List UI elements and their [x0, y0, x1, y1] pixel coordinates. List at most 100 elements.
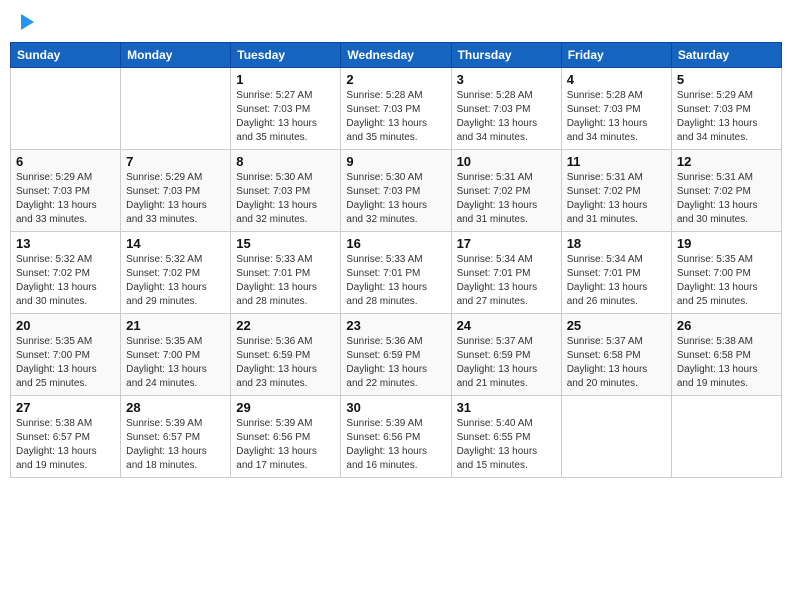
- day-number: 17: [457, 236, 556, 251]
- calendar-cell: 6 Sunrise: 5:29 AM Sunset: 7:03 PM Daylig…: [11, 150, 121, 232]
- day-info: Sunrise: 5:29 AM Sunset: 7:03 PM Dayligh…: [16, 171, 115, 227]
- day-info: Sunrise: 5:32 AM Sunset: 7:02 PM Dayligh…: [126, 253, 225, 309]
- column-header-saturday: Saturday: [671, 43, 781, 68]
- calendar-cell: [561, 396, 671, 478]
- day-number: 28: [126, 400, 225, 415]
- calendar-cell: 2Sunrise: 5:28 AM Sunset: 7:03 PM Daylig…: [341, 68, 451, 150]
- calendar-cell: 13 Sunrise: 5:32 AM Sunset: 7:02 PM Dayli…: [11, 232, 121, 314]
- day-number: 23: [346, 318, 445, 333]
- calendar-table: SundayMondayTuesdayWednesdayThursdayFrid…: [10, 42, 782, 478]
- day-number: 25: [567, 318, 666, 333]
- logo: [18, 14, 36, 30]
- day-info: Sunrise: 5:39 AM Sunset: 6:56 PM Dayligh…: [236, 417, 335, 473]
- calendar-cell: 5 Sunrise: 5:29 AM Sunset: 7:03 PM Daylig…: [671, 68, 781, 150]
- day-info: Sunrise: 5:31 AM Sunset: 7:02 PM Dayligh…: [677, 171, 776, 227]
- calendar-cell: 11 Sunrise: 5:31 AM Sunset: 7:02 PM Dayli…: [561, 150, 671, 232]
- calendar-cell: 30Sunrise: 5:39 AM Sunset: 6:56 PM Dayli…: [341, 396, 451, 478]
- calendar-week-row: 13 Sunrise: 5:32 AM Sunset: 7:02 PM Dayli…: [11, 232, 782, 314]
- day-number: 31: [457, 400, 556, 415]
- day-number: 8: [236, 154, 335, 169]
- day-info: Sunrise: 5:34 AM Sunset: 7:01 PM Dayligh…: [457, 253, 556, 309]
- day-info: Sunrise: 5:36 AM Sunset: 6:59 PM Dayligh…: [236, 335, 335, 391]
- calendar-cell: [671, 396, 781, 478]
- calendar-cell: 23Sunrise: 5:36 AM Sunset: 6:59 PM Dayli…: [341, 314, 451, 396]
- day-number: 18: [567, 236, 666, 251]
- calendar-week-row: 20 Sunrise: 5:35 AM Sunset: 7:00 PM Dayli…: [11, 314, 782, 396]
- day-info: Sunrise: 5:29 AM Sunset: 7:03 PM Dayligh…: [126, 171, 225, 227]
- calendar-cell: 25 Sunrise: 5:37 AM Sunset: 6:58 PM Dayli…: [561, 314, 671, 396]
- day-info: Sunrise: 5:38 AM Sunset: 6:57 PM Dayligh…: [16, 417, 115, 473]
- day-info: Sunrise: 5:35 AM Sunset: 7:00 PM Dayligh…: [16, 335, 115, 391]
- calendar-cell: 26 Sunrise: 5:38 AM Sunset: 6:58 PM Dayli…: [671, 314, 781, 396]
- day-info: Sunrise: 5:35 AM Sunset: 7:00 PM Dayligh…: [126, 335, 225, 391]
- calendar-header-row: SundayMondayTuesdayWednesdayThursdayFrid…: [11, 43, 782, 68]
- day-number: 7: [126, 154, 225, 169]
- day-info: Sunrise: 5:33 AM Sunset: 7:01 PM Dayligh…: [236, 253, 335, 309]
- calendar-week-row: 27 Sunrise: 5:38 AM Sunset: 6:57 PM Dayli…: [11, 396, 782, 478]
- calendar-cell: 27 Sunrise: 5:38 AM Sunset: 6:57 PM Dayli…: [11, 396, 121, 478]
- day-info: Sunrise: 5:37 AM Sunset: 6:58 PM Dayligh…: [567, 335, 666, 391]
- day-info: Sunrise: 5:39 AM Sunset: 6:57 PM Dayligh…: [126, 417, 225, 473]
- day-number: 11: [567, 154, 666, 169]
- calendar-cell: 18 Sunrise: 5:34 AM Sunset: 7:01 PM Dayli…: [561, 232, 671, 314]
- day-info: Sunrise: 5:37 AM Sunset: 6:59 PM Dayligh…: [457, 335, 556, 391]
- calendar-cell: 24 Sunrise: 5:37 AM Sunset: 6:59 PM Dayli…: [451, 314, 561, 396]
- day-number: 26: [677, 318, 776, 333]
- day-number: 4: [567, 72, 666, 87]
- day-info: Sunrise: 5:31 AM Sunset: 7:02 PM Dayligh…: [567, 171, 666, 227]
- day-number: 21: [126, 318, 225, 333]
- day-number: 6: [16, 154, 115, 169]
- day-info: Sunrise: 5:30 AM Sunset: 7:03 PM Dayligh…: [346, 171, 445, 227]
- day-info: Sunrise: 5:40 AM Sunset: 6:55 PM Dayligh…: [457, 417, 556, 473]
- column-header-wednesday: Wednesday: [341, 43, 451, 68]
- column-header-sunday: Sunday: [11, 43, 121, 68]
- column-header-monday: Monday: [121, 43, 231, 68]
- day-number: 12: [677, 154, 776, 169]
- day-info: Sunrise: 5:28 AM Sunset: 7:03 PM Dayligh…: [457, 89, 556, 145]
- day-info: Sunrise: 5:34 AM Sunset: 7:01 PM Dayligh…: [567, 253, 666, 309]
- calendar-week-row: 6 Sunrise: 5:29 AM Sunset: 7:03 PM Daylig…: [11, 150, 782, 232]
- column-header-friday: Friday: [561, 43, 671, 68]
- day-info: Sunrise: 5:33 AM Sunset: 7:01 PM Dayligh…: [346, 253, 445, 309]
- day-info: Sunrise: 5:29 AM Sunset: 7:03 PM Dayligh…: [677, 89, 776, 145]
- column-header-thursday: Thursday: [451, 43, 561, 68]
- day-number: 24: [457, 318, 556, 333]
- day-info: Sunrise: 5:28 AM Sunset: 7:03 PM Dayligh…: [346, 89, 445, 145]
- day-number: 29: [236, 400, 335, 415]
- calendar-cell: 19Sunrise: 5:35 AM Sunset: 7:00 PM Dayli…: [671, 232, 781, 314]
- day-number: 5: [677, 72, 776, 87]
- calendar-cell: 12 Sunrise: 5:31 AM Sunset: 7:02 PM Dayli…: [671, 150, 781, 232]
- calendar-cell: 10Sunrise: 5:31 AM Sunset: 7:02 PM Dayli…: [451, 150, 561, 232]
- calendar-cell: 20 Sunrise: 5:35 AM Sunset: 7:00 PM Dayli…: [11, 314, 121, 396]
- day-number: 3: [457, 72, 556, 87]
- day-info: Sunrise: 5:30 AM Sunset: 7:03 PM Dayligh…: [236, 171, 335, 227]
- day-info: Sunrise: 5:39 AM Sunset: 6:56 PM Dayligh…: [346, 417, 445, 473]
- calendar-cell: 3 Sunrise: 5:28 AM Sunset: 7:03 PM Daylig…: [451, 68, 561, 150]
- calendar-week-row: 1Sunrise: 5:27 AM Sunset: 7:03 PM Daylig…: [11, 68, 782, 150]
- day-number: 20: [16, 318, 115, 333]
- calendar-cell: 17 Sunrise: 5:34 AM Sunset: 7:01 PM Dayli…: [451, 232, 561, 314]
- day-info: Sunrise: 5:32 AM Sunset: 7:02 PM Dayligh…: [16, 253, 115, 309]
- day-number: 22: [236, 318, 335, 333]
- calendar-cell: 15Sunrise: 5:33 AM Sunset: 7:01 PM Dayli…: [231, 232, 341, 314]
- calendar-cell: 9 Sunrise: 5:30 AM Sunset: 7:03 PM Daylig…: [341, 150, 451, 232]
- calendar-cell: [121, 68, 231, 150]
- day-info: Sunrise: 5:27 AM Sunset: 7:03 PM Dayligh…: [236, 89, 335, 145]
- column-header-tuesday: Tuesday: [231, 43, 341, 68]
- day-number: 19: [677, 236, 776, 251]
- calendar-cell: 22 Sunrise: 5:36 AM Sunset: 6:59 PM Dayli…: [231, 314, 341, 396]
- calendar-cell: 31 Sunrise: 5:40 AM Sunset: 6:55 PM Dayli…: [451, 396, 561, 478]
- day-number: 27: [16, 400, 115, 415]
- calendar-cell: 16 Sunrise: 5:33 AM Sunset: 7:01 PM Dayli…: [341, 232, 451, 314]
- calendar-cell: 28 Sunrise: 5:39 AM Sunset: 6:57 PM Dayli…: [121, 396, 231, 478]
- calendar-cell: [11, 68, 121, 150]
- day-number: 16: [346, 236, 445, 251]
- calendar-cell: 14Sunrise: 5:32 AM Sunset: 7:02 PM Dayli…: [121, 232, 231, 314]
- day-number: 10: [457, 154, 556, 169]
- day-info: Sunrise: 5:38 AM Sunset: 6:58 PM Dayligh…: [677, 335, 776, 391]
- day-number: 9: [346, 154, 445, 169]
- day-number: 13: [16, 236, 115, 251]
- page-header: [10, 10, 782, 34]
- calendar-cell: 29 Sunrise: 5:39 AM Sunset: 6:56 PM Dayli…: [231, 396, 341, 478]
- day-info: Sunrise: 5:28 AM Sunset: 7:03 PM Dayligh…: [567, 89, 666, 145]
